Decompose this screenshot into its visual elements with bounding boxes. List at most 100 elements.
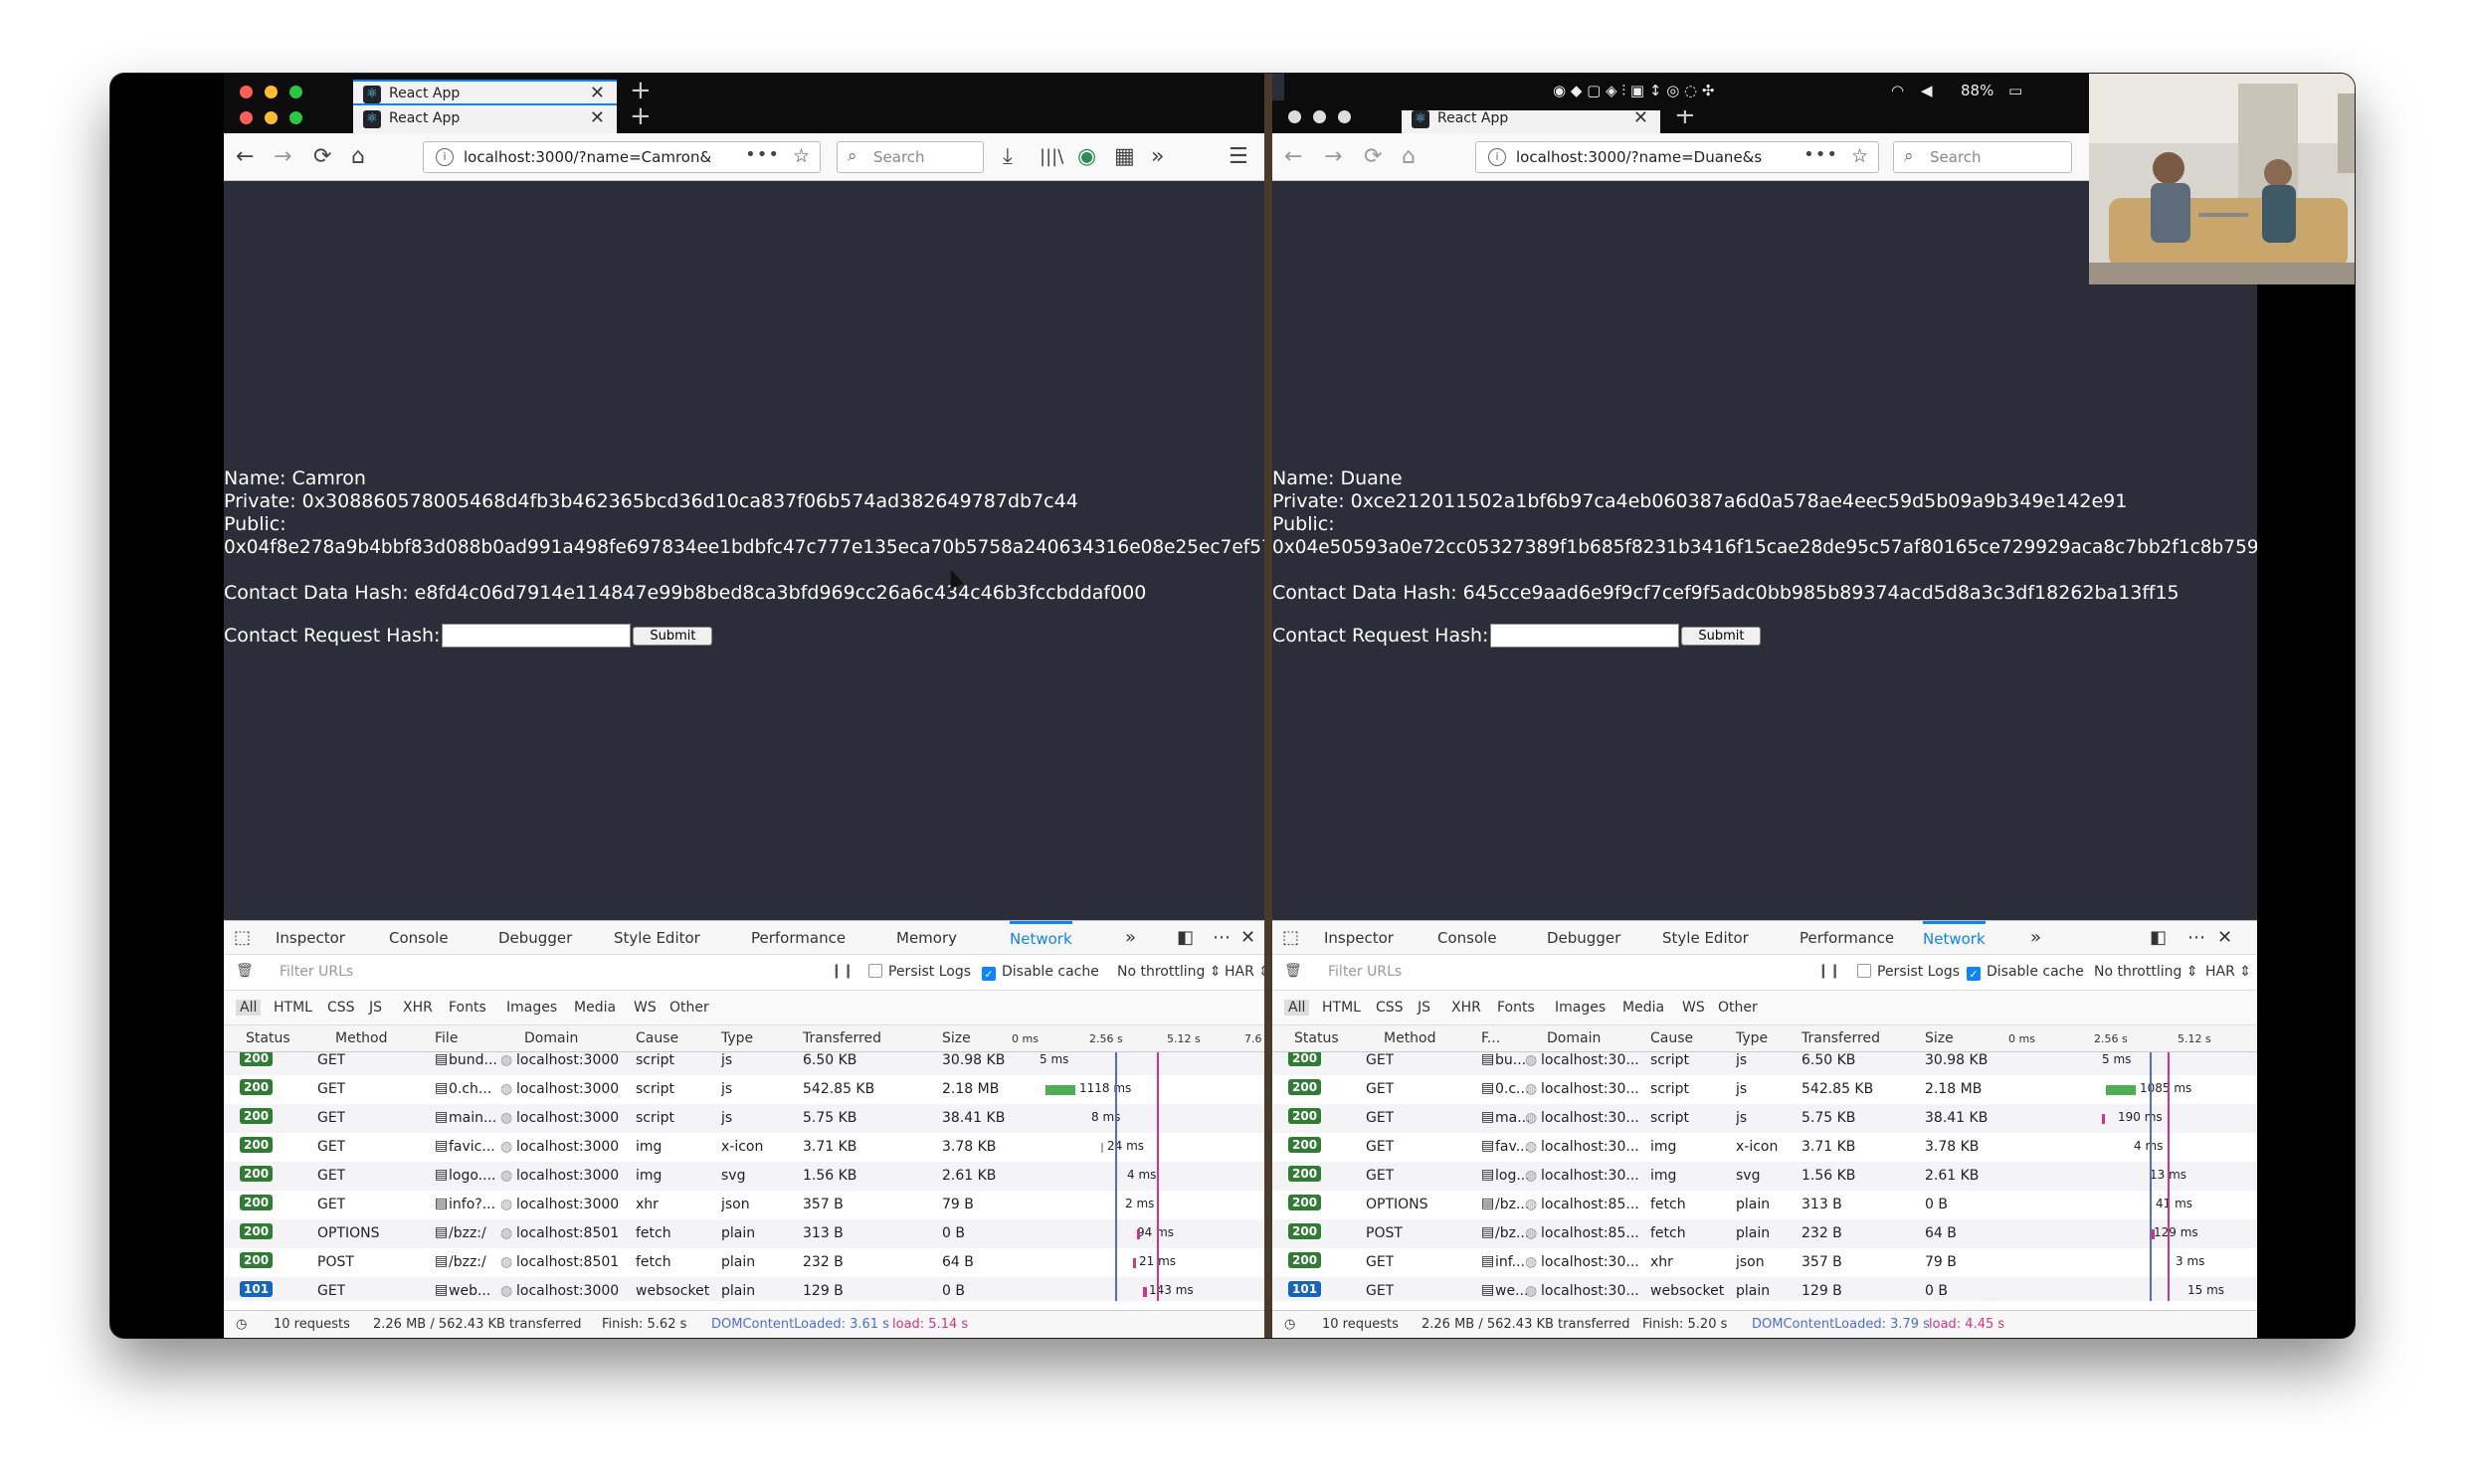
- col-method[interactable]: Method: [1384, 1030, 1436, 1046]
- url-bar[interactable]: i localhost:3000/?name=Camron& ••• ☆: [423, 141, 821, 173]
- container-icon[interactable]: ▦: [1114, 144, 1135, 169]
- overflow-menu-icon[interactable]: »: [1151, 144, 1164, 169]
- volume-icon[interactable]: ◀: [1921, 82, 1933, 99]
- table-row[interactable]: 200 GET logo.... localhost:3000 img svg 1.56 K…: [224, 1162, 1378, 1191]
- throttling-select[interactable]: No throttling ⇕: [1117, 964, 1222, 980]
- table-row[interactable]: 200 OPTIONS/bzz:/localhost:8501 fetch plain…: [224, 1219, 1378, 1248]
- minimize-window-button[interactable]: [265, 111, 278, 124]
- bookmark-star-icon[interactable]: ☆: [1851, 145, 1868, 167]
- zoom-window-button[interactable]: [289, 111, 302, 124]
- tab-network[interactable]: Network: [1923, 921, 1986, 948]
- table-row[interactable]: 200 GET info?... localhost:3000 xhr json 357 B…: [224, 1191, 1378, 1219]
- col-transferred[interactable]: Transferred: [1801, 1030, 1880, 1046]
- tab-inspector[interactable]: Inspector: [1324, 929, 1394, 947]
- devtools-menu-icon[interactable]: ⋯: [2187, 927, 2205, 948]
- filter-all[interactable]: All: [236, 1000, 262, 1016]
- zoom-window-button[interactable]: [1338, 110, 1351, 123]
- table-row[interactable]: 101 GET web... localhost:3000 websocket plain…: [224, 1277, 1378, 1301]
- close-window-button[interactable]: [1288, 110, 1301, 123]
- col-type[interactable]: Type: [1736, 1030, 1768, 1046]
- filter-js[interactable]: JS: [369, 1000, 382, 1016]
- close-window-button[interactable]: [240, 111, 253, 124]
- col-type[interactable]: Type: [721, 1030, 753, 1046]
- table-row[interactable]: 200 GET 0.c... localhost:30... script js 542.8…: [1272, 1075, 2257, 1104]
- forward-arrow-icon[interactable]: →: [274, 144, 291, 169]
- col-domain[interactable]: Domain: [1547, 1030, 1601, 1046]
- home-icon[interactable]: ⌂: [1402, 144, 1416, 169]
- forward-arrow-icon[interactable]: →: [1324, 144, 1342, 169]
- col-method[interactable]: Method: [335, 1030, 388, 1046]
- col-cause[interactable]: Cause: [636, 1030, 678, 1046]
- throttling-select[interactable]: No throttling ⇕: [2094, 964, 2198, 980]
- table-row[interactable]: 200 GET fav... localhost:30... img x-icon 3.71…: [1272, 1133, 2257, 1162]
- contact-request-input[interactable]: [442, 624, 632, 648]
- filter-html[interactable]: HTML: [1322, 1000, 1361, 1016]
- reload-icon[interactable]: ⟳: [313, 144, 331, 169]
- tab-debugger[interactable]: Debugger: [498, 929, 572, 947]
- tab-inspector[interactable]: Inspector: [276, 929, 345, 947]
- tab-console[interactable]: Console: [1437, 929, 1497, 947]
- filter-css[interactable]: CSS: [327, 1000, 355, 1016]
- wifi-icon[interactable]: ◠: [1891, 82, 1904, 99]
- persist-logs-checkbox[interactable]: Persist Logs: [868, 964, 971, 980]
- dock-toggle-icon[interactable]: ◧: [1177, 927, 1194, 948]
- table-row[interactable]: 200 POST/bz... localhost:85... fetch plain 23…: [1272, 1219, 2257, 1248]
- col-file[interactable]: File: [435, 1030, 458, 1046]
- submit-button[interactable]: Submit: [1681, 626, 1762, 646]
- close-tab-icon[interactable]: ✕: [1633, 107, 1648, 128]
- filter-css[interactable]: CSS: [1376, 1000, 1404, 1016]
- trash-icon[interactable]: 🗑: [236, 963, 254, 979]
- close-devtools-icon[interactable]: ✕: [1240, 927, 1255, 948]
- zoom-window-button[interactable]: [289, 86, 302, 98]
- filter-fonts[interactable]: Fonts: [449, 1000, 486, 1016]
- close-devtools-icon[interactable]: ✕: [2217, 927, 2232, 948]
- table-row[interactable]: 200 GET main... localhost:3000 script js 5.75 …: [224, 1104, 1378, 1133]
- close-window-button[interactable]: [240, 86, 253, 98]
- search-box[interactable]: ⌕ Search: [837, 141, 984, 173]
- table-row[interactable]: 200 GET favic... localhost:3000 img x-icon 3.7…: [224, 1133, 1378, 1162]
- pause-icon[interactable]: ❙❙: [1817, 963, 1840, 979]
- col-size[interactable]: Size: [942, 1030, 971, 1046]
- filter-js[interactable]: JS: [1418, 1000, 1430, 1016]
- col-size[interactable]: Size: [1925, 1030, 1954, 1046]
- url-bar[interactable]: i localhost:3000/?name=Duane&s ••• ☆: [1475, 141, 1879, 173]
- filter-images[interactable]: Images: [506, 1000, 557, 1016]
- filter-xhr[interactable]: XHR: [403, 1000, 433, 1016]
- submit-button[interactable]: Submit: [633, 626, 713, 646]
- tab-performance[interactable]: Performance: [1800, 929, 1894, 947]
- col-domain[interactable]: Domain: [524, 1030, 578, 1046]
- library-icon[interactable]: |||\: [1040, 146, 1063, 167]
- minimize-window-button[interactable]: [1313, 110, 1326, 123]
- tab-memory[interactable]: Memory: [896, 929, 957, 947]
- har-menu[interactable]: HAR ⇕: [2205, 964, 2251, 980]
- tab-network[interactable]: Network: [1010, 921, 1072, 948]
- tab-performance[interactable]: Performance: [751, 929, 846, 947]
- filter-urls-input[interactable]: Filter URLs: [1328, 964, 1402, 980]
- minimize-window-button[interactable]: [265, 86, 278, 98]
- filter-xhr[interactable]: XHR: [1451, 1000, 1481, 1016]
- new-tab-button[interactable]: +: [630, 101, 652, 131]
- filter-fonts[interactable]: Fonts: [1497, 1000, 1535, 1016]
- col-transferred[interactable]: Transferred: [803, 1030, 881, 1046]
- col-status[interactable]: Status: [1294, 1030, 1339, 1046]
- element-picker-icon[interactable]: ⬚: [1282, 927, 1299, 948]
- tab-debugger[interactable]: Debugger: [1547, 929, 1620, 947]
- pause-icon[interactable]: ❙❙: [831, 963, 853, 979]
- persist-logs-checkbox[interactable]: Persist Logs: [1857, 964, 1960, 980]
- info-icon[interactable]: i: [436, 148, 454, 166]
- col-file[interactable]: F...: [1481, 1030, 1500, 1046]
- filter-html[interactable]: HTML: [274, 1000, 312, 1016]
- tab-react-app-active[interactable]: ⚛ React App ✕: [353, 103, 617, 133]
- filter-other[interactable]: Other: [669, 1000, 709, 1016]
- devtools-menu-icon[interactable]: ⋯: [1213, 927, 1231, 948]
- table-row[interactable]: 200 GET bund... localhost:3000 script js 6.50 …: [224, 1052, 1378, 1075]
- filter-urls-input[interactable]: Filter URLs: [280, 964, 353, 980]
- trash-icon[interactable]: 🗑: [1284, 963, 1302, 979]
- bookmark-star-icon[interactable]: ☆: [793, 145, 810, 167]
- filter-other[interactable]: Other: [1718, 1000, 1758, 1016]
- extension-icon[interactable]: ◉: [1077, 144, 1096, 169]
- tab-style-editor[interactable]: Style Editor: [1662, 929, 1749, 947]
- dock-toggle-icon[interactable]: ◧: [2150, 927, 2167, 948]
- table-row[interactable]: 200 GET ma... localhost:30... script js 5.75 K…: [1272, 1104, 2257, 1133]
- filter-ws[interactable]: WS: [634, 1000, 657, 1016]
